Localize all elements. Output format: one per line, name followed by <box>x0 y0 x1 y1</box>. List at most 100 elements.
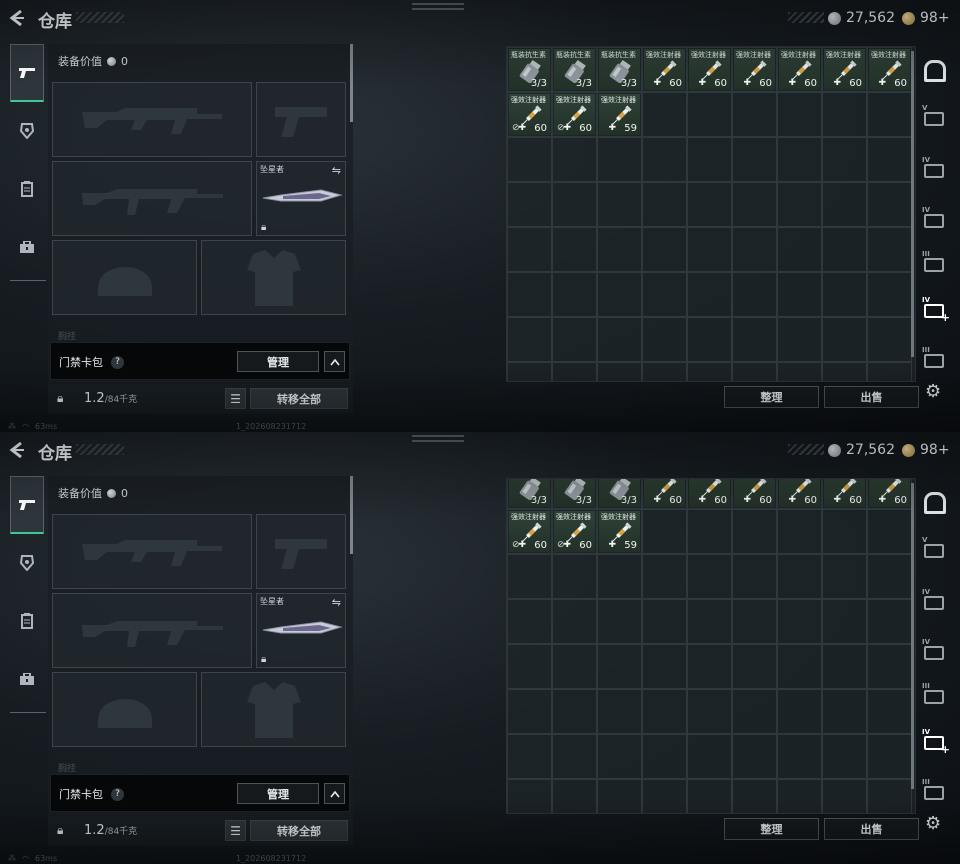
grid-cell[interactable] <box>642 227 687 272</box>
storage-item[interactable]: 强效注射器✚60 <box>777 479 822 509</box>
storage-item[interactable]: 强效注射器✚60 <box>867 479 912 509</box>
grid-cell[interactable] <box>552 644 597 689</box>
expand-button[interactable] <box>324 351 345 372</box>
help-icon[interactable]: ? <box>111 355 124 369</box>
syringe-item[interactable]: 强效注射器✚60 <box>734 479 775 507</box>
grid-cell[interactable] <box>687 779 732 813</box>
grid-cell[interactable] <box>867 779 912 813</box>
grid-cell[interactable] <box>777 227 822 272</box>
sell-button[interactable]: 出售 <box>824 386 919 408</box>
syringe-item[interactable]: 强效注射器✚60 <box>689 479 730 507</box>
grid-cell[interactable] <box>642 689 687 734</box>
grid-cell[interactable] <box>732 182 777 227</box>
secondary-weapon-slot[interactable] <box>256 82 346 157</box>
grid-cell[interactable] <box>597 689 642 734</box>
storage-item[interactable]: 瓶装抗生素3/3 <box>552 479 597 509</box>
grid-cell[interactable] <box>732 317 777 362</box>
syringe-item[interactable]: 强效注射器 ✚ ⊘ 60 <box>509 94 550 135</box>
grid-cell[interactable] <box>822 317 867 362</box>
grid-cell[interactable] <box>597 227 642 272</box>
grid-cell[interactable] <box>822 689 867 734</box>
storage-item[interactable]: 强效注射器 ✚ ⊘ 60 <box>552 509 597 554</box>
grid-cell[interactable] <box>867 92 912 137</box>
storage-item[interactable]: 强效注射器✚60 <box>867 47 912 92</box>
storage-item[interactable]: 强效注射器✚60 <box>732 479 777 509</box>
swap-icon[interactable]: ⇋ <box>332 164 341 177</box>
storage-item[interactable]: 强效注射器 ✚ ⊘ 60 <box>552 92 597 137</box>
grid-cell[interactable] <box>507 182 552 227</box>
syringe-item[interactable]: 强效注射器✚60 <box>779 49 820 90</box>
storage-item[interactable]: 瓶装抗生素3/3 <box>597 47 642 92</box>
grid-cell[interactable] <box>597 644 642 689</box>
bond-currency[interactable]: 98+ <box>902 442 950 458</box>
grid-cell[interactable] <box>687 554 732 599</box>
storage-item[interactable]: 强效注射器 ✚ ⊘ 60 <box>507 92 552 137</box>
grid-cell[interactable] <box>867 734 912 779</box>
grid-cell[interactable] <box>507 779 552 813</box>
grid-cell[interactable] <box>507 362 552 381</box>
grid-cell[interactable] <box>552 272 597 317</box>
grid-cell[interactable] <box>642 554 687 599</box>
container-tab-icon[interactable]: IV + <box>922 728 950 756</box>
grid-cell[interactable] <box>867 362 912 381</box>
storage-item[interactable]: 瓶装抗生素3/3 <box>507 47 552 92</box>
syringe-item[interactable]: 强效注射器 ✚ 59 <box>599 511 640 552</box>
antibiotic-bottle-item[interactable]: 瓶装抗生素3/3 <box>554 49 595 90</box>
grid-cell[interactable] <box>732 734 777 779</box>
melee-slot[interactable]: 坠星者 ⇋ 🔒︎ <box>256 593 346 668</box>
grid-cell[interactable] <box>822 779 867 813</box>
sort-button[interactable]: 整理 <box>724 818 819 840</box>
back-arrow-icon[interactable] <box>8 8 26 28</box>
helmet-slot[interactable] <box>52 672 197 747</box>
container-tab-icon[interactable]: IV <box>922 156 948 182</box>
tertiary-weapon-slot[interactable] <box>52 161 252 236</box>
grid-cell[interactable] <box>777 779 822 813</box>
manage-button[interactable]: 管理 <box>237 351 319 372</box>
list-view-button[interactable]: ☰ <box>225 388 246 409</box>
padlock-icon[interactable]: 🔒︎ <box>57 823 63 838</box>
grid-cell[interactable] <box>777 599 822 644</box>
grid-cell[interactable] <box>822 227 867 272</box>
storage-item[interactable]: 强效注射器✚60 <box>642 479 687 509</box>
grid-cell[interactable] <box>597 734 642 779</box>
syringe-item[interactable]: 强效注射器 ✚ ⊘ 60 <box>554 94 595 135</box>
syringe-item[interactable]: 强效注射器 ✚ ⊘ 60 <box>554 511 595 552</box>
sell-button[interactable]: 出售 <box>824 818 919 840</box>
grid-cell[interactable] <box>732 227 777 272</box>
grid-cell[interactable] <box>552 554 597 599</box>
container-tab-icon[interactable]: III <box>922 346 948 372</box>
grid-cell[interactable] <box>642 644 687 689</box>
grid-cell[interactable] <box>597 272 642 317</box>
nav-tab-medical[interactable] <box>10 592 44 650</box>
grid-cell[interactable] <box>732 689 777 734</box>
grid-cell[interactable] <box>687 92 732 137</box>
gear-icon[interactable]: ⚙ <box>925 381 941 402</box>
antibiotic-bottle-item[interactable]: 瓶装抗生素3/3 <box>599 479 640 507</box>
antibiotic-bottle-item[interactable]: 瓶装抗生素3/3 <box>599 49 640 90</box>
grid-cell[interactable] <box>597 182 642 227</box>
antibiotic-bottle-item[interactable]: 瓶装抗生素3/3 <box>554 479 595 507</box>
grid-cell[interactable] <box>507 554 552 599</box>
grid-cell[interactable] <box>642 362 687 381</box>
grid-cell[interactable] <box>732 137 777 182</box>
grid-cell[interactable] <box>867 137 912 182</box>
syringe-item[interactable]: 强效注射器✚60 <box>869 479 910 507</box>
storage-item[interactable]: 强效注射器✚60 <box>822 479 867 509</box>
container-tab-icon[interactable]: IV + <box>922 296 950 324</box>
grid-cell[interactable] <box>507 599 552 644</box>
grid-cell[interactable] <box>732 599 777 644</box>
grid-cell[interactable] <box>642 137 687 182</box>
nav-tab-armor[interactable] <box>10 534 44 592</box>
syringe-item[interactable]: 强效注射器✚60 <box>824 49 865 90</box>
storage-item[interactable]: 瓶装抗生素3/3 <box>507 479 552 509</box>
storage-item[interactable]: 强效注射器 ✚ 59 <box>597 92 642 137</box>
secondary-weapon-slot[interactable] <box>256 514 346 589</box>
storage-item[interactable]: 强效注射器 ✚ 59 <box>597 509 642 554</box>
storage-scrollbar[interactable] <box>911 51 914 357</box>
grid-cell[interactable] <box>507 689 552 734</box>
swap-icon[interactable]: ⇋ <box>332 596 341 609</box>
bond-currency[interactable]: 98+ <box>902 10 950 26</box>
grid-cell[interactable] <box>507 317 552 362</box>
silver-currency[interactable]: 27,562 <box>828 442 895 458</box>
storage-item[interactable]: 瓶装抗生素3/3 <box>597 479 642 509</box>
